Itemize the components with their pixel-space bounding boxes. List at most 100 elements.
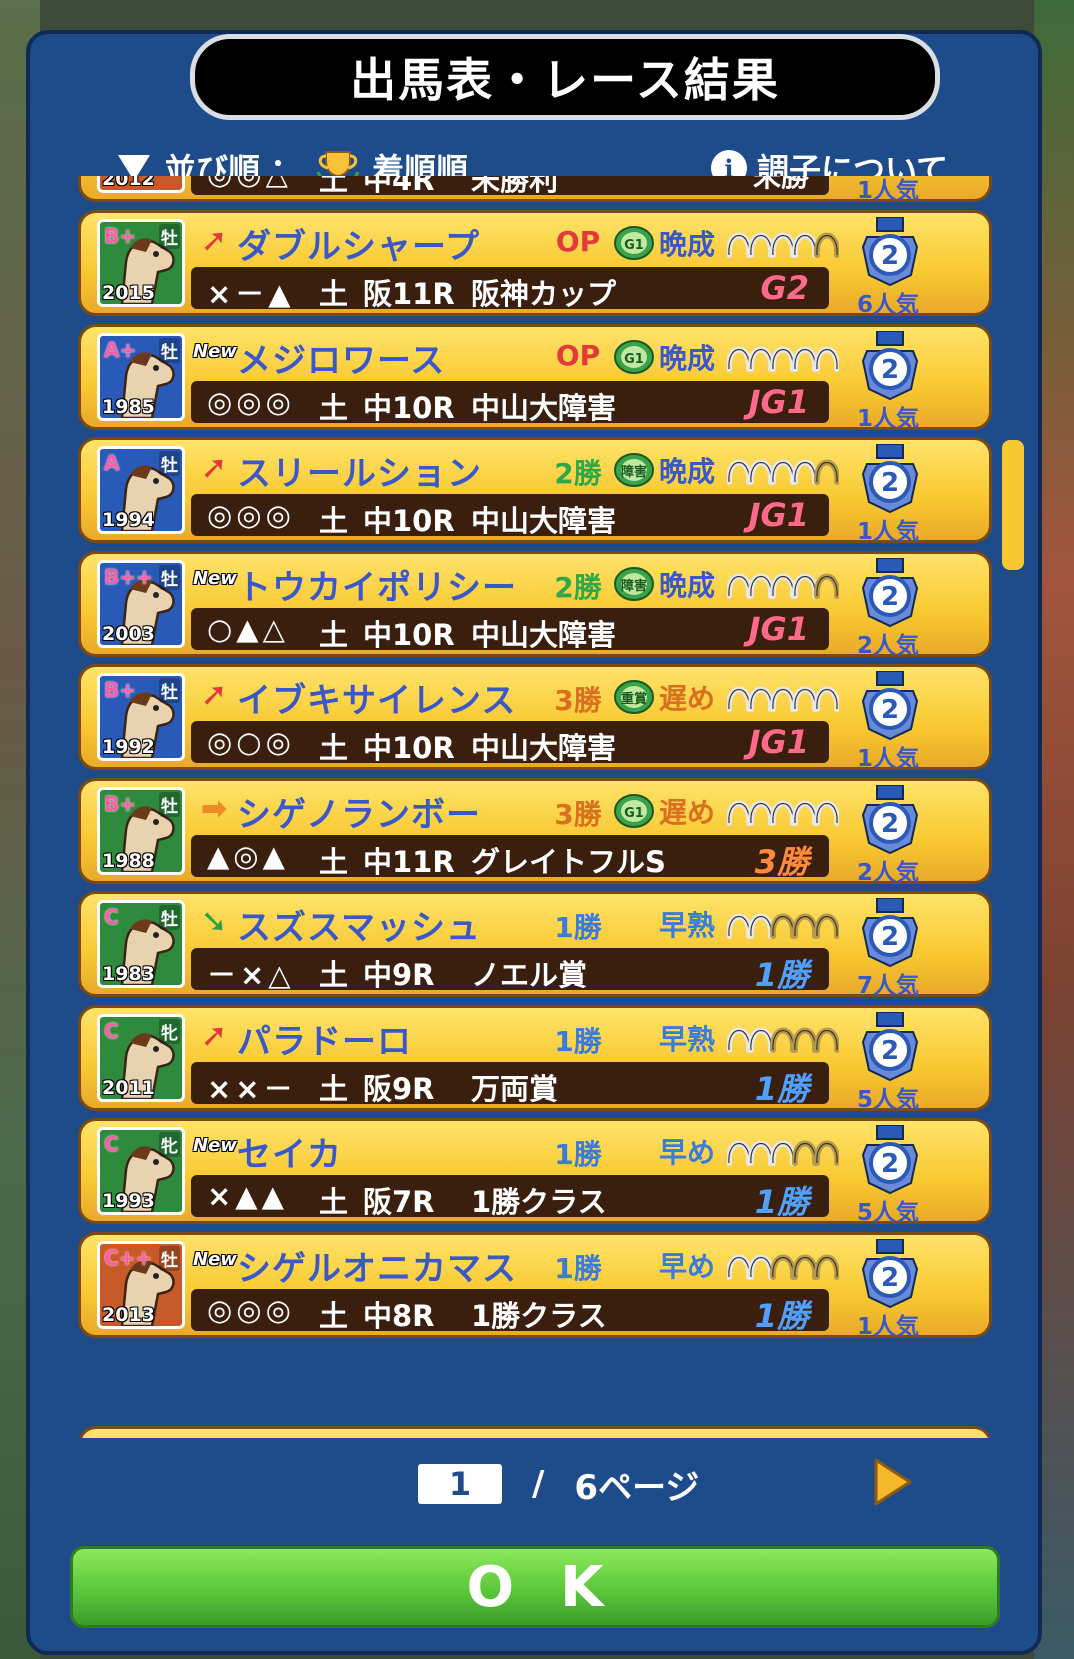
medal-label: G1 — [624, 352, 644, 367]
pagination: 1 / 6ページ — [418, 1462, 699, 1508]
race-info-bar: ◎◎◎ 土中10R 中山大障害 JG1 — [191, 380, 829, 425]
race-day: 土 — [319, 390, 349, 425]
race-name: ノエル賞 — [471, 958, 588, 992]
race-number: 中10R — [363, 731, 455, 765]
horse-year: 2012 — [102, 176, 155, 190]
medal-label: 障害 — [621, 578, 647, 594]
popularity-label: 1人気 — [857, 519, 920, 545]
list-item[interactable]: A 牡 1994 ➚ スリールション 2勝 障害 晩成 ◎◎◎ 土中10R 中山大障害 JG1 2 1人気 — [78, 437, 992, 545]
horse-class: OP — [555, 225, 601, 258]
horse-grade: A — [104, 451, 120, 475]
list-item[interactable]: C++ 牡 2013 New シゲルオニカマス 1勝 早め ◎◎◎ 土中8R 1勝クラス 1勝 2 1人… — [78, 1231, 992, 1340]
prediction-marks: ◎◎◎ — [207, 384, 295, 419]
list-item[interactable]: A+ 牡 1985 New メジロワース OP G1 晩成 ◎◎◎ 土中10R 中山大障害 JG1 2 1… — [78, 323, 992, 432]
race-info-bar: ×－▲ 土阪11R 阪神カップ G2 — [191, 267, 829, 311]
list-item-partial-bottom[interactable] — [78, 1426, 992, 1438]
horse-portrait: A+ 牡 1985 — [97, 332, 185, 421]
race-name: 中山大障害 — [471, 617, 617, 652]
race-grade-badge: 1勝 — [754, 1069, 809, 1108]
horse-year: 2015 — [102, 282, 155, 304]
horse-portrait: B+ 牡 2015 — [97, 219, 185, 307]
list-item[interactable]: B+ 牡 1988 ➡ シゲノランボー 3勝 G1 遅め ▲◎▲ 土中11R グレイトフルS 3勝 2 2… — [78, 777, 992, 886]
horse-grade: C — [104, 1018, 119, 1043]
prediction-marks: ×－▲ — [207, 277, 295, 311]
finish-position-label: 2 — [881, 922, 899, 952]
horseshoe-rating-icon — [727, 1027, 839, 1053]
list-item[interactable]: C 牡 1983 ➘ スズスマッシュ 1勝 早熟 －×△ 土中9R ノエル賞 1勝 2 7人気 — [78, 891, 992, 999]
horse-name: シゲルオニカマス — [237, 1248, 517, 1289]
race-name: 中山大障害 — [471, 731, 617, 765]
ok-button[interactable]: OK — [70, 1546, 1000, 1628]
finish-position-medal-icon: 2 — [861, 1125, 919, 1195]
race-number: 中11R — [363, 844, 455, 879]
horseshoe-rating-icon — [727, 346, 839, 372]
finish-position-medal-icon: 2 — [861, 1011, 919, 1081]
prediction-marks: ○▲△ — [207, 611, 289, 646]
list-item-partial[interactable]: 2012 ◎◎△ 土 中4R 未勝利 未勝 1人気 — [78, 176, 992, 204]
horseshoe-rating-icon — [727, 913, 839, 939]
horse-name: メジロワース — [237, 340, 446, 381]
horse-class: 2勝 — [554, 570, 602, 604]
horse-sex: 牡 — [159, 905, 180, 930]
race-grade-badge: 1勝 — [754, 1296, 809, 1335]
horse-name: スズスマッシュ — [237, 908, 481, 948]
prediction-marks: ◎◎◎ — [207, 498, 295, 532]
growth-type: 遅め — [659, 795, 716, 829]
finish-position-medal-icon: 2 — [861, 784, 919, 854]
list-item[interactable]: B+ 牡 1992 ➚ イブキサイレンス 3勝 重賞 遅め ◎○◎ 土中10R 中山大障害 JG1 2 1… — [78, 664, 992, 772]
race-day: 土 — [319, 958, 349, 992]
race-number: 中10R — [363, 617, 455, 652]
finish-position-medal-icon: 2 — [861, 1238, 919, 1308]
page-current-input[interactable]: 1 — [418, 1464, 502, 1504]
race-day: 土 — [319, 1185, 349, 1219]
race-info-bar: ▲◎▲ 土中11R グレイトフルS 3勝 — [191, 834, 829, 881]
horse-sex: 牝 — [159, 1132, 180, 1157]
next-page-arrow-icon[interactable] — [870, 1456, 914, 1508]
horse-class: 1勝 — [554, 1024, 602, 1058]
race-info-bar: ◎◎◎ 土中8R 1勝クラス 1勝 — [191, 1288, 829, 1335]
horse-grade: C — [104, 905, 119, 929]
finish-position-medal-icon: 2 — [861, 671, 919, 741]
finish-position-label: 2 — [881, 1263, 899, 1293]
race-info-bar: －×△ 土中9R ノエル賞 1勝 — [191, 948, 829, 994]
list-item[interactable]: B+ 牡 2015 ➚ ダブルシャープ OP G1 晩成 ×－▲ 土阪11R 阪神カップ G2 2 6人気 — [78, 210, 992, 318]
growth-type: 早め — [659, 1249, 716, 1283]
horse-grade: B+ — [104, 678, 137, 702]
popularity-label: 1人気 — [857, 405, 920, 432]
horse-class: 1勝 — [554, 911, 602, 944]
horseshoe-rating-icon — [727, 459, 839, 485]
horseshoe-rating-icon — [727, 573, 839, 599]
race-info-bar: ×▲▲ 土阪7R 1勝クラス 1勝 — [191, 1175, 829, 1221]
finish-position-label: 2 — [881, 1149, 899, 1179]
race-day: 土 — [319, 617, 349, 652]
list-item[interactable]: C 牝 1993 New セイカ 1勝 早め ×▲▲ 土阪7R 1勝クラス 1勝 2 5人気 — [78, 1118, 992, 1226]
horse-class: 3勝 — [554, 797, 602, 831]
finish-position-label: 2 — [881, 468, 899, 498]
horse-year: 1988 — [102, 849, 155, 872]
horse-sex: 牡 — [159, 564, 180, 590]
horse-class: 1勝 — [554, 1251, 602, 1285]
trend-up-arrow-icon: ➚ — [200, 675, 228, 713]
laurel-medal-icon: 障害 — [614, 453, 654, 487]
race-day: 土 — [319, 844, 349, 879]
race-name: 阪神カップ — [471, 277, 617, 311]
horse-class: 2勝 — [554, 457, 602, 490]
list-item[interactable]: B++ 牡 2003 New トウカイポリシー 2勝 障害 晩成 ○▲△ 土中10R 中山大障害 JG… — [78, 550, 992, 659]
race-name: 1勝クラス — [471, 1185, 607, 1219]
race-number: 中10R — [363, 390, 455, 425]
race-grade-badge: 未勝 — [752, 176, 809, 193]
prediction-marks: ×▲▲ — [207, 1179, 288, 1213]
horse-sex: 牡 — [159, 1245, 180, 1271]
list-item[interactable]: C 牝 2011 ➚ パラドーロ 1勝 早熟 ××－ 土阪9R 万両賞 1勝 2 5人気 — [78, 1004, 992, 1113]
race-info-bar: ◎○◎ 土中10R 中山大障害 JG1 — [191, 721, 829, 765]
growth-type: 早め — [659, 1136, 716, 1169]
list-scrollbar[interactable] — [1002, 440, 1024, 570]
finish-position-label: 2 — [881, 582, 899, 612]
horse-portrait: B+ 牡 1992 — [97, 673, 185, 761]
race-info-bar: ◎◎◎ 土中10R 中山大障害 JG1 — [191, 494, 829, 538]
horse-name: ダブルシャープ — [237, 227, 480, 267]
finish-position-medal-icon: 2 — [861, 444, 919, 514]
horse-list[interactable]: 2012 ◎◎△ 土 中4R 未勝利 未勝 1人気 B+牡2015➚ダブルシャー… — [78, 176, 992, 1438]
horse-year: 2003 — [102, 622, 155, 645]
horse-name: パラドーロ — [237, 1021, 412, 1062]
